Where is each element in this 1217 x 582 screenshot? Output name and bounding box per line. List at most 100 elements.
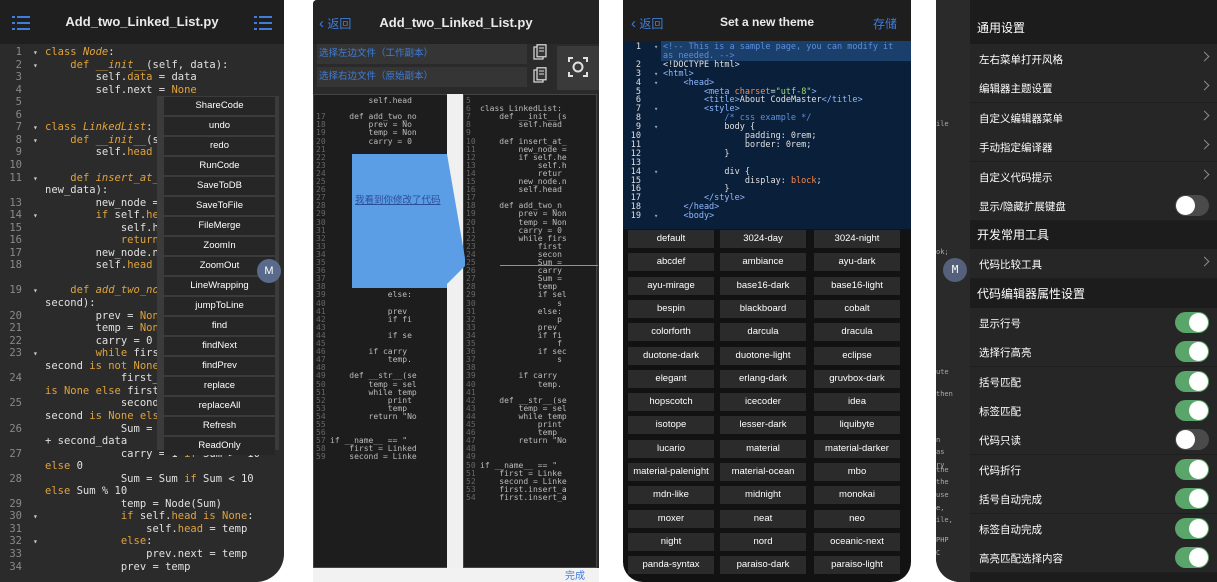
setting-row[interactable]: 自定义代码提示 <box>970 161 1217 192</box>
fold-toggle-icon[interactable]: ▾ <box>33 174 38 183</box>
menu-item-find[interactable]: find <box>164 317 275 335</box>
fold-toggle-icon[interactable]: ▾ <box>654 105 658 113</box>
menu-item-refresh[interactable]: Refresh <box>164 417 275 435</box>
theme-button-duotone-light[interactable]: duotone-light <box>720 346 806 365</box>
theme-button-mdn-like[interactable]: mdn-like <box>628 486 714 505</box>
setting-row[interactable]: 代码只读 <box>970 425 1217 456</box>
theme-button-isotope[interactable]: isotope <box>628 416 714 435</box>
fold-toggle-icon[interactable]: ▾ <box>33 537 38 546</box>
toggle-switch[interactable] <box>1175 547 1209 568</box>
theme-button-3024-night[interactable]: 3024-night <box>814 230 900 248</box>
setting-row[interactable]: 代码折行 <box>970 454 1217 485</box>
theme-button-midnight[interactable]: midnight <box>720 486 806 505</box>
fold-toggle-icon[interactable]: ▾ <box>33 61 38 70</box>
theme-button-erlang-dark[interactable]: erlang-dark <box>720 369 806 388</box>
menu-item-findnext[interactable]: findNext <box>164 337 275 355</box>
menu-item-undo[interactable]: undo <box>164 117 275 135</box>
theme-button-oceanic-next[interactable]: oceanic-next <box>814 532 900 551</box>
menu-item-filemerge[interactable]: FileMerge <box>164 217 275 235</box>
done-button[interactable]: 完成 <box>565 567 585 582</box>
fold-toggle-icon[interactable]: ▾ <box>654 168 658 176</box>
fold-toggle-icon[interactable]: ▾ <box>33 349 38 358</box>
scan-icon[interactable] <box>557 46 599 90</box>
setting-row[interactable]: 手动指定编译器 <box>970 132 1217 163</box>
menu-item-runcode[interactable]: RunCode <box>164 157 275 175</box>
theme-button-monokai[interactable]: monokai <box>814 486 900 505</box>
theme-button-icecoder[interactable]: icecoder <box>720 393 806 412</box>
setting-row[interactable]: 编辑器主题设置 <box>970 73 1217 104</box>
theme-button-mbo[interactable]: mbo <box>814 463 900 481</box>
setting-row[interactable]: 括号自动完成 <box>970 484 1217 515</box>
theme-button-nord[interactable]: nord <box>720 532 806 551</box>
theme-button-abcdef[interactable]: abcdef <box>628 253 714 272</box>
avatar[interactable]: M <box>257 259 281 283</box>
theme-button-dracula[interactable]: dracula <box>814 323 900 342</box>
theme-button-lucario[interactable]: lucario <box>628 439 714 458</box>
fold-toggle-icon[interactable]: ▾ <box>33 48 38 57</box>
diff-note[interactable]: 我看到你修改了代码 <box>355 192 441 206</box>
theme-button-hopscotch[interactable]: hopscotch <box>628 393 714 412</box>
theme-button-panda-syntax[interactable]: panda-syntax <box>628 556 714 575</box>
theme-button-material-palenight[interactable]: material-palenight <box>628 463 714 481</box>
setting-row[interactable]: 括号匹配 <box>970 366 1217 397</box>
menu-item-zoomin[interactable]: ZoomIn <box>164 237 275 255</box>
fold-toggle-icon[interactable]: ▾ <box>33 512 38 521</box>
theme-button-moxer[interactable]: moxer <box>628 509 714 528</box>
menu-item-readonly[interactable]: ReadOnly <box>164 437 275 455</box>
theme-button-colorforth[interactable]: colorforth <box>628 323 714 342</box>
theme-button-base16-light[interactable]: base16-light <box>814 276 900 295</box>
copy-left-icon[interactable] <box>525 44 555 64</box>
select-right-file-button[interactable]: 选择右边文件（原始副本） <box>317 67 527 87</box>
theme-button-ayu-mirage[interactable]: ayu-mirage <box>628 276 714 295</box>
fold-toggle-icon[interactable]: ▾ <box>654 212 658 220</box>
select-left-file-button[interactable]: 选择左边文件（工作副本） <box>317 44 527 64</box>
save-button[interactable]: 存储 <box>873 15 897 32</box>
setting-row[interactable]: 显示行号 <box>970 307 1217 338</box>
theme-button-gruvbox-dark[interactable]: gruvbox-dark <box>814 369 900 388</box>
theme-button-duotone-dark[interactable]: duotone-dark <box>628 346 714 365</box>
fold-toggle-icon[interactable]: ▾ <box>654 79 658 87</box>
theme-button-3024-day[interactable]: 3024-day <box>720 230 806 248</box>
setting-row[interactable]: 左右菜单打开风格 <box>970 44 1217 74</box>
theme-button-material-darker[interactable]: material-darker <box>814 439 900 458</box>
menu-item-savetodb[interactable]: SaveToDB <box>164 177 275 195</box>
setting-row[interactable]: 选择行高亮 <box>970 337 1217 368</box>
toggle-switch[interactable] <box>1175 341 1209 363</box>
theme-button-bespin[interactable]: bespin <box>628 299 714 318</box>
toggle-switch[interactable] <box>1175 458 1209 480</box>
theme-button-material[interactable]: material <box>720 439 806 458</box>
toggle-switch[interactable] <box>1175 488 1209 510</box>
toggle-switch[interactable] <box>1175 429 1209 451</box>
menu-item-redo[interactable]: redo <box>164 137 275 155</box>
theme-button-darcula[interactable]: darcula <box>720 323 806 342</box>
theme-button-night[interactable]: night <box>628 532 714 551</box>
copy-right-icon[interactable] <box>525 67 555 87</box>
theme-button-liquibyte[interactable]: liquibyte <box>814 416 900 435</box>
theme-button-eclipse[interactable]: eclipse <box>814 346 900 365</box>
setting-row[interactable]: 标签自动完成 <box>970 513 1217 544</box>
right-menu-icon[interactable] <box>254 16 272 30</box>
fold-toggle-icon[interactable]: ▾ <box>33 123 38 132</box>
theme-button-base16-dark[interactable]: base16-dark <box>720 276 806 295</box>
theme-button-paraiso-light[interactable]: paraiso-light <box>814 556 900 575</box>
theme-button-paraiso-dark[interactable]: paraiso-dark <box>720 556 806 575</box>
theme-button-neo[interactable]: neo <box>814 509 900 528</box>
fold-toggle-icon[interactable]: ▾ <box>33 286 38 295</box>
toggle-switch[interactable] <box>1175 517 1209 539</box>
menu-item-jumptoline[interactable]: jumpToLine <box>164 297 275 315</box>
toggle-switch[interactable] <box>1175 311 1209 333</box>
theme-button-lesser-dark[interactable]: lesser-dark <box>720 416 806 435</box>
menu-item-replaceall[interactable]: replaceAll <box>164 397 275 415</box>
menu-item-replace[interactable]: replace <box>164 377 275 395</box>
theme-button-idea[interactable]: idea <box>814 393 900 412</box>
toggle-switch[interactable] <box>1175 400 1209 421</box>
fold-toggle-icon[interactable]: ▾ <box>33 211 38 220</box>
setting-row[interactable]: 高亮匹配选择内容 <box>970 543 1217 573</box>
setting-row[interactable]: 代码比较工具 <box>970 249 1217 280</box>
menu-item-linewrapping[interactable]: LineWrapping <box>164 277 275 295</box>
fold-toggle-icon[interactable]: ▾ <box>33 136 38 145</box>
toggle-switch[interactable] <box>1175 195 1209 216</box>
theme-button-neat[interactable]: neat <box>720 509 806 528</box>
toggle-switch[interactable] <box>1175 370 1209 392</box>
theme-button-ayu-dark[interactable]: ayu-dark <box>814 253 900 272</box>
